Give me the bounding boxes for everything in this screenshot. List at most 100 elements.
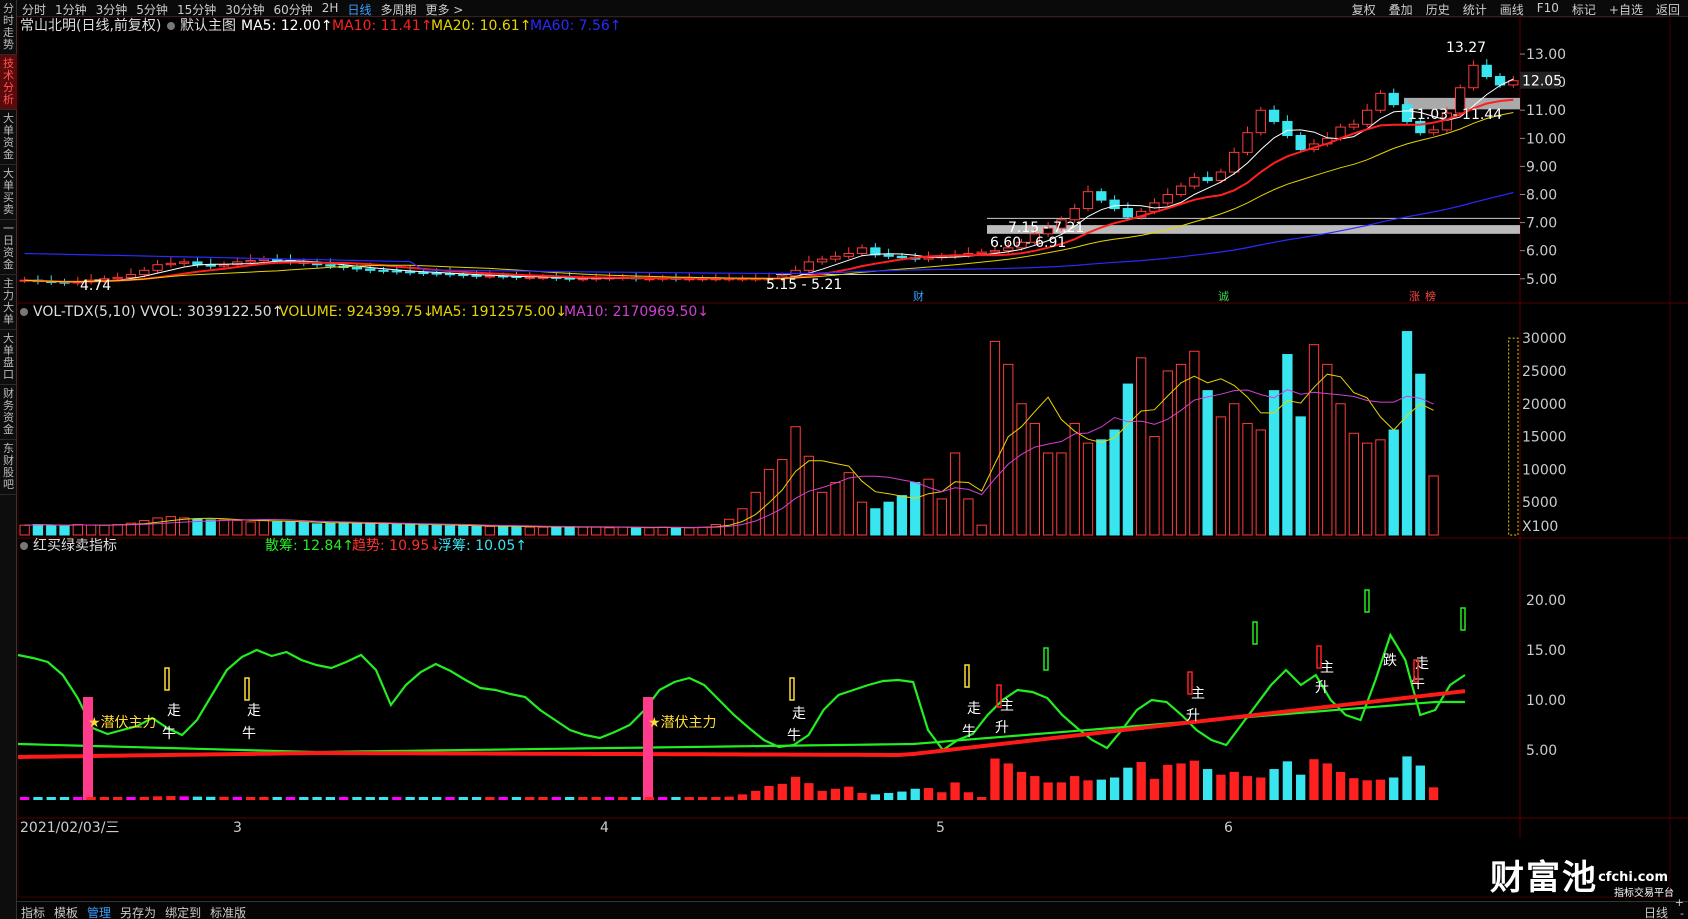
top-action-3[interactable]: 统计 [1463,1,1487,18]
volume-bar [843,472,854,536]
ma5-line [24,78,1514,283]
top-action-2[interactable]: 历史 [1426,1,1450,18]
low-label: 4.74 [80,278,111,294]
tab-8[interactable]: 日线 [347,1,371,18]
histogram-bar [365,797,375,800]
zone-label: 11.03 - 11.44 [1408,107,1502,123]
side-item-7[interactable]: 财务资金 [0,385,17,440]
histogram-bar [937,792,947,800]
side-item-5[interactable]: 主力大单 [0,275,17,330]
volume-bar [1242,422,1253,536]
bottom-btn-0[interactable]: 指标 [21,904,45,919]
volume-bar [1109,429,1120,536]
histogram-bar [1083,780,1093,800]
histogram-bar [910,788,920,800]
top-action-7[interactable]: +自选 [1609,1,1643,18]
bottom-btn-1[interactable]: 模板 [54,904,78,919]
histogram-bar [538,797,548,800]
histogram-bar [259,796,269,800]
volume-bar [458,525,469,536]
signal-bar [83,697,93,800]
volume-bar [604,527,615,536]
ind-y-tick: 20.00 [1526,593,1566,609]
candle [1268,109,1280,122]
histogram-bar [697,797,708,800]
histogram-bar [671,797,681,800]
side-item-6[interactable]: 大单盘口 [0,330,17,385]
volume-bar [870,508,881,536]
histogram-bar [883,792,894,800]
bottom-btn-4[interactable]: 绑定到 [165,904,201,919]
candle [484,275,496,278]
histogram-bar [1096,779,1106,800]
bottom-btn-3[interactable]: 另存为 [120,904,156,919]
signal-label: ★潜伏主力 [648,715,717,731]
signal-marker [1187,671,1193,695]
volume-bar [1255,429,1266,536]
side-item-3[interactable]: 大单买卖 [0,165,17,220]
side-item-1[interactable]: 技术分析 [0,55,17,110]
candle [351,267,363,270]
candle [418,272,429,275]
side-item-2[interactable]: 大单资金 [0,110,17,165]
candle [165,262,177,266]
vol-y-tick: 15000 [1522,430,1567,446]
histogram-bar [551,797,561,800]
top-action-6[interactable]: 标记 [1572,1,1596,18]
histogram-bar [1056,782,1067,800]
candle [1069,208,1080,221]
tab-1[interactable]: 1分钟 [55,1,87,18]
signal-marker [1460,607,1466,631]
candle [1242,132,1253,153]
tab-3[interactable]: 5分钟 [136,1,168,18]
tab-6[interactable]: 60分钟 [274,1,313,18]
histogram-bar [1282,761,1293,800]
histogram-bar [618,797,628,800]
signal-text: 升 [1186,708,1200,724]
candle [1255,109,1266,134]
tab-2[interactable]: 3分钟 [96,1,128,18]
tab-9[interactable]: 多周期 [380,1,416,18]
kline-chart-canvas[interactable]: 13.0012.0011.0010.009.008.007.006.005.00… [0,0,1688,919]
tab-7[interactable]: 2H [322,1,339,18]
tab-5[interactable]: 30分钟 [225,1,264,18]
volume-bar [152,517,163,536]
side-item-4[interactable]: 一日资金 [0,220,17,275]
collapse-icon [20,542,28,550]
candle [458,274,469,277]
signal-text: 走 [247,703,261,719]
top-action-4[interactable]: 画线 [1500,1,1524,18]
histogram-bar [644,797,655,800]
sanchou-line [17,632,1466,752]
candle [1122,208,1134,218]
tab-4[interactable]: 15分钟 [177,1,216,18]
top-action-0[interactable]: 复权 [1352,1,1376,18]
x-axis-month: 5 [936,820,945,836]
zoom-out-icon[interactable]: - [1680,907,1684,919]
histogram-bar [33,797,43,800]
side-item-0[interactable]: 分时走势 [0,0,17,55]
histogram-bar [604,797,615,800]
bottom-btn-2[interactable]: 管理 [87,904,111,919]
top-action-5[interactable]: F10 [1537,1,1559,18]
side-item-8[interactable]: 东财股吧 [0,440,17,495]
histogram-bar [126,797,136,800]
candle [1189,177,1200,187]
x-axis-month: 6 [1224,820,1233,836]
histogram-bar [1428,787,1439,800]
histogram-bar [777,783,787,800]
volume-bar [989,340,1001,536]
candle [125,274,137,278]
tab-10[interactable]: 更多 > [425,1,463,18]
volume-bar [165,516,177,536]
bottom-btn-5[interactable]: 标准版 [210,904,246,919]
volume-bar [1428,475,1439,536]
top-action-8[interactable]: 返回 [1656,1,1680,18]
top-action-1[interactable]: 叠加 [1389,1,1413,18]
histogram-bar [790,776,801,800]
candle [524,276,535,279]
volume-bar [1175,363,1187,536]
tab-0[interactable]: 分时 [22,1,46,18]
histogram-bar [711,797,721,800]
vol-y-tick: X100 [1522,519,1558,535]
